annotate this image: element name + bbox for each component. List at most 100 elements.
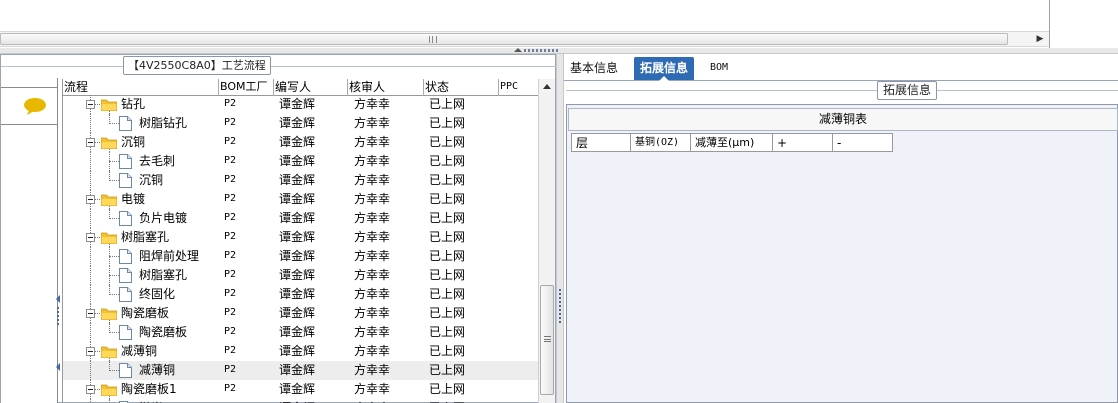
tree-cell[interactable]: 树脂塞孔 [63,266,219,285]
tab-bom[interactable]: BOM [704,57,734,80]
collapse-icon[interactable] [86,385,95,394]
tree-cell[interactable]: 陶瓷磨板1 [63,380,219,399]
tree-cell[interactable]: 电镀 [63,190,219,209]
remove-column-button[interactable]: - [833,133,893,152]
scroll-up-arrow-icon[interactable] [543,84,551,89]
reviewer-cell: 方幸幸 [354,287,391,301]
table-row[interactable]: 钻孔 P2 谭金辉 方幸幸 已上网 [63,95,538,114]
table-row[interactable]: 树脂塞孔 P2 谭金辉 方幸幸 已上网 [63,228,538,247]
table-row[interactable]: 陶瓷磨板1 P2 谭金辉 方幸幸 已上网 [63,380,538,399]
status-cell: 已上网 [429,306,466,320]
reviewer-cell: 方幸幸 [354,344,391,358]
column-header-status[interactable]: 状态 [424,79,499,96]
vertical-scroll-thumb[interactable] [540,285,554,395]
tree-cell[interactable]: 树脂塞孔 [63,228,219,247]
factory-cell: P2 [224,364,237,375]
column-header-author[interactable]: 编写人 [274,79,348,96]
status-cell: 已上网 [429,287,466,301]
status-cell: 已上网 [429,135,466,149]
column-header-ppc[interactable]: PPC [499,79,538,96]
author-cell: 谭金辉 [279,211,316,225]
collapse-icon[interactable] [86,138,95,147]
author-cell: 谭金辉 [279,325,316,339]
author-cell: 谭金辉 [279,399,349,403]
table-row[interactable]: 终固化 P2 谭金辉 方幸幸 已上网 [63,285,538,304]
column-header-factory[interactable]: BOM工厂 [219,79,274,96]
tree-cell[interactable]: 负片电镀 [63,209,219,228]
tab-extended-info[interactable]: 拓展信息 [634,57,695,81]
column-header-base-copper[interactable]: 基铜(OZ) [631,133,691,152]
collapse-icon[interactable] [86,347,95,356]
collapse-left-icon[interactable] [56,295,60,303]
document-icon [119,287,132,302]
collapse-icon[interactable] [86,195,95,204]
flow-grid: 流程 BOM工厂 编写人 核审人 状态 PPC 钻孔 P2 谭金辉 方幸幸 已上网 树脂钻… [62,79,538,403]
tree-guide-line [109,370,119,371]
tree-cell[interactable]: 陶瓷磨板 [63,304,219,323]
vertical-scrollbar[interactable] [538,79,555,403]
collapse-icon[interactable] [86,309,95,318]
table-row[interactable]: 树脂塞孔 P2 谭金辉 方幸幸 已上网 [63,266,538,285]
add-column-button[interactable]: + [773,133,833,152]
column-header-reviewer[interactable]: 核审人 [348,79,424,96]
horizontal-scrollbar[interactable]: ▶ [0,31,1049,47]
top-content-area: ▶ [0,0,1118,48]
chat-bubble-icon[interactable] [23,97,47,115]
tree-label: 钻孔 [121,97,146,111]
splitter-grip-icon[interactable] [57,307,59,325]
tree-cell[interactable]: 终固化 [63,285,219,304]
table-row[interactable]: 阻焊前处理 P2 谭金辉 方幸幸 已上网 [63,247,538,266]
factory-cell: P2 [224,117,237,128]
tree-cell[interactable]: 陶瓷磨板 [63,323,219,342]
column-header-thin-to[interactable]: 减薄至(μm) [691,133,773,152]
vertical-splitter[interactable] [556,54,564,403]
tree-cell[interactable]: 减薄铜 [63,361,219,380]
reviewer-cell: 方幸幸 [354,97,391,111]
scroll-right-arrow-icon[interactable]: ▶ [1033,33,1047,45]
table-row[interactable]: 电镀 P2 谭金辉 方幸幸 已上网 [63,190,538,209]
tree-cell[interactable]: 抛光1 [63,399,219,403]
splitter-grip-icon[interactable] [524,49,560,52]
horizontal-scroll-thumb[interactable] [0,33,1008,45]
table-row[interactable]: 负片电镀 P2 谭金辉 方幸幸 已上网 [63,209,538,228]
reviewer-cell: 方幸幸 [354,154,391,168]
table-row[interactable]: 减薄铜 P2 谭金辉 方幸幸 已上网 [63,342,538,361]
table-row[interactable]: 陶瓷磨板 P2 谭金辉 方幸幸 已上网 [63,323,538,342]
tree-cell[interactable]: 去毛刺 [63,152,219,171]
column-header-layer[interactable]: 层 [571,133,631,152]
table-row[interactable]: 陶瓷磨板 P2 谭金辉 方幸幸 已上网 [63,304,538,323]
reviewer-cell: 方幸幸 [354,363,391,377]
table-row[interactable]: 树脂钻孔 P2 谭金辉 方幸幸 已上网 [63,114,538,133]
tree-cell[interactable]: 钻孔 [63,95,219,114]
factory-cell: P2 [224,193,237,204]
tree-cell[interactable]: 沉铜 [63,171,219,190]
table-row[interactable]: 去毛刺 P2 谭金辉 方幸幸 已上网 [63,152,538,171]
tree-label: 陶瓷磨板 [121,306,170,320]
author-cell: 谭金辉 [279,154,316,168]
tree-cell[interactable]: 减薄铜 [63,342,219,361]
message-row[interactable] [1,87,58,125]
tree-guide-line [109,256,119,257]
collapse-up-icon[interactable] [514,48,522,52]
table-row[interactable]: 沉铜 P2 谭金辉 方幸幸 已上网 [63,171,538,190]
collapse-left-icon[interactable] [56,363,60,371]
tree-guide-line [109,218,119,219]
tree-cell[interactable]: 沉铜 [63,133,219,152]
flow-panel-title: 【4V2550C8A0】工艺流程 [123,56,271,75]
extended-info-group: 拓展信息 减薄铜表 层 基铜(OZ) 减薄至(μm) + - [564,81,1118,403]
table-row[interactable]: 沉铜 P2 谭金辉 方幸幸 已上网 [63,133,538,152]
status-cell: 已上网 [429,192,466,206]
author-cell: 谭金辉 [279,249,316,263]
tree-guide-line [109,180,119,181]
tree-cell[interactable]: 树脂钻孔 [63,114,219,133]
collapse-icon[interactable] [86,233,95,242]
table-row[interactable]: 减薄铜 P2 谭金辉 方幸幸 已上网 [63,361,538,380]
splitter-grip-icon[interactable] [559,289,561,325]
tab-basic-info[interactable]: 基本信息 [564,57,624,80]
collapse-icon[interactable] [86,100,95,109]
reviewer-cell: 方幸幸 [354,382,391,396]
table-row[interactable]: 抛光1 P2 谭金辉 方幸幸 已上网 [63,399,538,403]
column-header-flow[interactable]: 流程 [63,79,219,96]
tree-cell[interactable]: 阻焊前处理 [63,247,219,266]
reviewer-cell: 方幸幸 [354,135,391,149]
